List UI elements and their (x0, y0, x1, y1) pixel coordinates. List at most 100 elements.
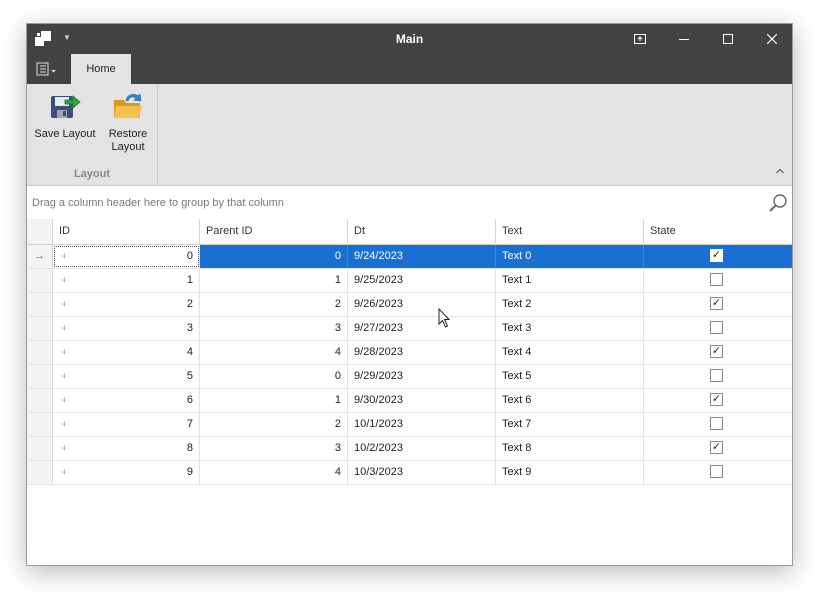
cell-id[interactable]: +0 (53, 245, 200, 268)
row-indicator[interactable] (27, 413, 53, 436)
row-indicator[interactable] (27, 437, 53, 460)
cell-id[interactable]: +3 (53, 317, 200, 340)
cell-state[interactable] (644, 269, 792, 292)
cell-parent-id[interactable]: 4 (200, 341, 348, 364)
cell-parent-id[interactable]: 4 (200, 461, 348, 484)
cell-parent-id[interactable]: 3 (200, 437, 348, 460)
column-header-id[interactable]: ID (53, 219, 200, 244)
cell-id[interactable]: +5 (53, 365, 200, 388)
state-checkbox[interactable] (710, 273, 723, 286)
cell-text[interactable]: Text 2 (496, 293, 644, 316)
cell-state[interactable]: ✓ (644, 245, 792, 268)
cell-id[interactable]: +1 (53, 269, 200, 292)
table-row[interactable]: +9 4 10/3/2023 Text 9 (27, 461, 792, 485)
cell-parent-id[interactable]: 2 (200, 293, 348, 316)
row-indicator[interactable] (27, 365, 53, 388)
expand-plus-icon[interactable]: + (61, 437, 68, 460)
expand-plus-icon[interactable]: + (61, 245, 68, 268)
cell-dt[interactable]: 9/25/2023 (348, 269, 496, 292)
ribbon-display-options-button[interactable] (618, 24, 662, 54)
cell-dt[interactable]: 10/3/2023 (348, 461, 496, 484)
expand-plus-icon[interactable]: + (61, 341, 68, 364)
cell-dt[interactable]: 9/26/2023 (348, 293, 496, 316)
cell-dt[interactable]: 9/28/2023 (348, 341, 496, 364)
column-header-state[interactable]: State (644, 219, 792, 244)
state-checkbox[interactable]: ✓ (710, 345, 723, 358)
state-checkbox[interactable]: ✓ (710, 393, 723, 406)
row-indicator[interactable] (27, 293, 53, 316)
cell-parent-id[interactable]: 1 (200, 269, 348, 292)
cell-state[interactable]: ✓ (644, 293, 792, 316)
table-row[interactable]: +1 1 9/25/2023 Text 1 (27, 269, 792, 293)
table-row[interactable]: +7 2 10/1/2023 Text 7 (27, 413, 792, 437)
cell-dt[interactable]: 9/29/2023 (348, 365, 496, 388)
table-row[interactable]: → +0 0 9/24/2023 Text 0 ✓ (27, 245, 792, 269)
row-indicator[interactable] (27, 317, 53, 340)
table-row[interactable]: +3 3 9/27/2023 Text 3 (27, 317, 792, 341)
cell-dt[interactable]: 9/24/2023 (348, 245, 496, 268)
state-checkbox[interactable] (710, 465, 723, 478)
expand-plus-icon[interactable]: + (61, 293, 68, 316)
state-checkbox[interactable]: ✓ (710, 249, 723, 262)
row-indicator[interactable]: → (27, 245, 53, 268)
expand-plus-icon[interactable]: + (61, 269, 68, 292)
column-header-text[interactable]: Text (496, 219, 644, 244)
cell-parent-id[interactable]: 2 (200, 413, 348, 436)
cell-text[interactable]: Text 0 (496, 245, 644, 268)
expand-plus-icon[interactable]: + (61, 389, 68, 412)
cell-state[interactable]: ✓ (644, 437, 792, 460)
row-indicator[interactable] (27, 269, 53, 292)
cell-text[interactable]: Text 5 (496, 365, 644, 388)
cell-state[interactable] (644, 461, 792, 484)
cell-state[interactable] (644, 365, 792, 388)
ribbon-collapse-button[interactable] (776, 166, 784, 177)
table-row[interactable]: +2 2 9/26/2023 Text 2 ✓ (27, 293, 792, 317)
state-checkbox[interactable]: ✓ (710, 441, 723, 454)
table-row[interactable]: +6 1 9/30/2023 Text 6 ✓ (27, 389, 792, 413)
column-header-dt[interactable]: Dt (348, 219, 496, 244)
group-panel[interactable]: Drag a column header here to group by th… (27, 186, 792, 220)
cell-text[interactable]: Text 6 (496, 389, 644, 412)
cell-id[interactable]: +2 (53, 293, 200, 316)
cell-state[interactable] (644, 413, 792, 436)
table-row[interactable]: +8 3 10/2/2023 Text 8 ✓ (27, 437, 792, 461)
cell-state[interactable]: ✓ (644, 389, 792, 412)
cell-parent-id[interactable]: 1 (200, 389, 348, 412)
cell-dt[interactable]: 10/1/2023 (348, 413, 496, 436)
cell-text[interactable]: Text 4 (496, 341, 644, 364)
tab-home[interactable]: Home (71, 54, 131, 84)
expand-plus-icon[interactable]: + (61, 413, 68, 436)
cell-parent-id[interactable]: 3 (200, 317, 348, 340)
search-icon[interactable] (768, 193, 788, 213)
state-checkbox[interactable]: ✓ (710, 297, 723, 310)
save-layout-button[interactable]: Save Layout (33, 90, 97, 141)
cell-dt[interactable]: 9/27/2023 (348, 317, 496, 340)
cell-id[interactable]: +4 (53, 341, 200, 364)
expand-plus-icon[interactable]: + (61, 461, 68, 484)
cell-id[interactable]: +9 (53, 461, 200, 484)
cell-parent-id[interactable]: 0 (200, 245, 348, 268)
row-indicator[interactable] (27, 461, 53, 484)
row-indicator[interactable] (27, 389, 53, 412)
row-indicator[interactable] (27, 341, 53, 364)
cell-state[interactable] (644, 317, 792, 340)
cell-id[interactable]: +6 (53, 389, 200, 412)
cell-id[interactable]: +7 (53, 413, 200, 436)
cell-text[interactable]: Text 3 (496, 317, 644, 340)
state-checkbox[interactable] (710, 417, 723, 430)
cell-state[interactable]: ✓ (644, 341, 792, 364)
state-checkbox[interactable] (710, 321, 723, 334)
state-checkbox[interactable] (710, 369, 723, 382)
close-button[interactable] (750, 24, 792, 54)
cell-dt[interactable]: 10/2/2023 (348, 437, 496, 460)
minimize-button[interactable] (662, 24, 706, 54)
cell-parent-id[interactable]: 0 (200, 365, 348, 388)
expand-plus-icon[interactable]: + (61, 317, 68, 340)
cell-text[interactable]: Text 7 (496, 413, 644, 436)
cell-id[interactable]: +8 (53, 437, 200, 460)
cell-text[interactable]: Text 1 (496, 269, 644, 292)
maximize-button[interactable] (706, 24, 750, 54)
table-row[interactable]: +4 4 9/28/2023 Text 4 ✓ (27, 341, 792, 365)
table-row[interactable]: +5 0 9/29/2023 Text 5 (27, 365, 792, 389)
cell-text[interactable]: Text 8 (496, 437, 644, 460)
